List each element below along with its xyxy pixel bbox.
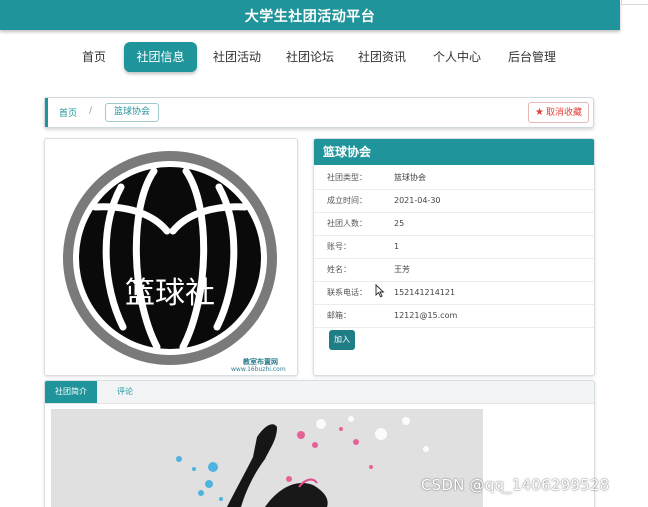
info-value: 篮球协会 [394,173,426,182]
info-row-name: 姓名： 王芳 [314,259,594,282]
breadcrumb-current[interactable]: 篮球协会 [105,103,160,122]
nav-item-club-activities[interactable]: 社团活动 [211,42,263,72]
tab-strip: 社团简介 评论 [45,381,594,404]
cancel-favorite-label: 取消收藏 [545,108,582,118]
info-value: 12121@15.com [394,311,458,320]
info-row-members: 社团人数： 25 [314,213,594,236]
nav-item-club-info[interactable]: 社团信息 [124,42,197,72]
site-title: 大学生社团活动平台 [244,9,376,25]
info-label: 邮箱： [327,311,351,320]
info-label: 账号： [327,242,351,251]
join-button[interactable]: 加入 [329,330,355,350]
info-label: 姓名： [327,265,351,274]
club-image-card: 篮球社 教室布置网 www.16buzhi.com [44,138,298,376]
club-name-heading: 篮球协会 [314,139,594,165]
info-value: 1 [394,242,400,251]
cancel-favorite-button[interactable]: ★ 取消收藏 [528,102,589,123]
basketball-club-logo: 篮球社 [63,151,277,365]
breadcrumb: 首页 / 篮球协会 ★ 取消收藏 [44,97,594,128]
nav-item-admin[interactable]: 后台管理 [506,42,558,72]
info-label: 成立时间： [327,196,367,205]
nav-item-home[interactable]: 首页 [78,42,110,72]
logo-text: 篮球社 [125,276,215,311]
nav-item-club-forum[interactable]: 社团论坛 [284,42,336,72]
main-nav: 首页 社团信息 社团活动 社团论坛 社团资讯 个人中心 后台管理 [0,42,620,72]
csdn-watermark: CSDN @qq_1406299528 [421,476,610,494]
club-info-card: 篮球协会 社团类型： 篮球协会 成立时间： 2021-04-30 社团人数： 2… [313,138,595,376]
breadcrumb-separator: / [89,106,93,116]
info-label: 社团类型： [327,173,367,182]
info-row-type: 社团类型： 篮球协会 [314,167,594,190]
tab-club-intro[interactable]: 社团简介 [45,381,97,403]
info-row-email: 邮箱： 12121@15.com [314,305,594,328]
nav-item-club-news[interactable]: 社团资讯 [356,42,408,72]
info-row-founded: 成立时间： 2021-04-30 [314,190,594,213]
info-value: 王芳 [394,265,410,274]
mouse-cursor-icon [375,284,385,298]
info-value: 25 [394,219,405,228]
info-value: 152141214121 [394,288,456,297]
star-icon: ★ [535,107,544,118]
breadcrumb-home-link[interactable]: 首页 [59,106,77,119]
basketball-player-photo [51,409,483,507]
info-value: 2021-04-30 [394,196,441,205]
info-row-phone: 联系电话： 152141214121 [314,282,594,305]
tab-comments[interactable]: 评论 [103,381,147,403]
info-label: 社团人数： [327,219,367,228]
nav-item-personal-center[interactable]: 个人中心 [431,42,483,72]
image-watermark-url: www.16buzhi.com [231,366,286,373]
info-label: 联系电话： [327,288,367,297]
top-header-bar: 大学生社团活动平台 [0,0,620,30]
corner-control [621,0,648,5]
breadcrumb-accent [45,98,48,127]
club-intro-photo [51,409,483,507]
info-row-account: 账号： 1 [314,236,594,259]
